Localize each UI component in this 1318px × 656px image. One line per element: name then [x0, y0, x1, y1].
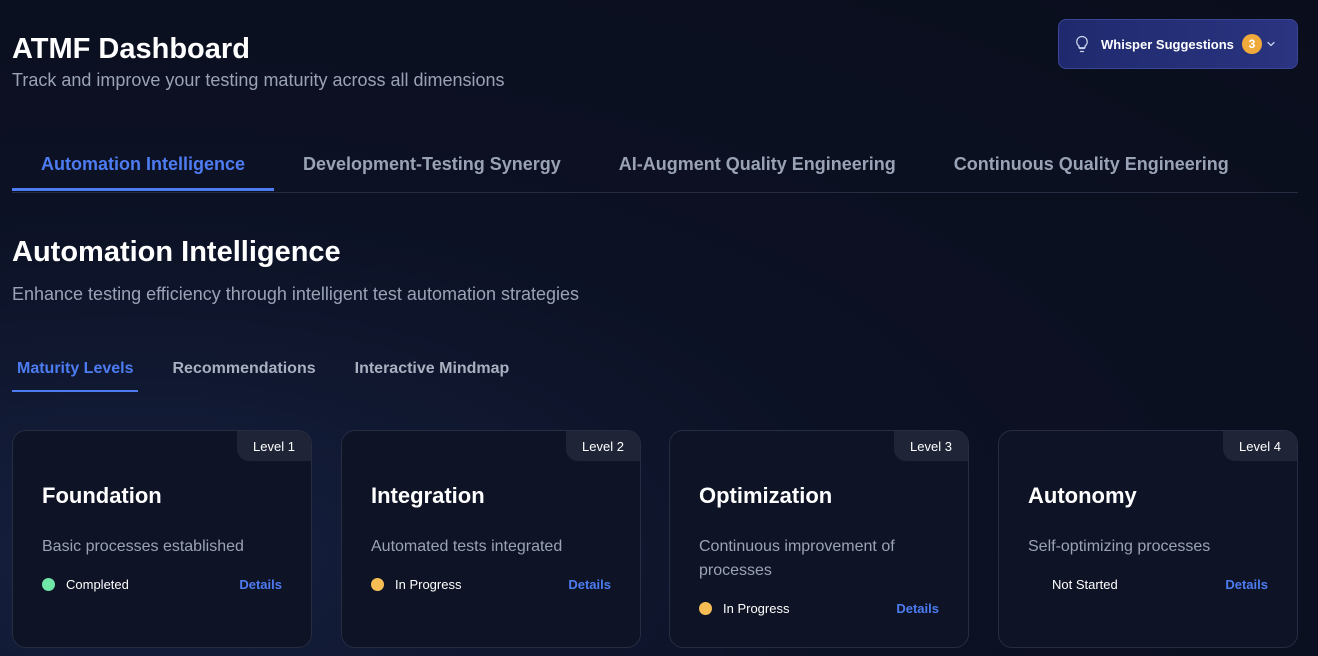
level-tag: Level 4: [1223, 431, 1297, 461]
status-label: In Progress: [723, 601, 790, 616]
maturity-card-foundation: Level 1 Foundation Basic processes estab…: [12, 430, 312, 648]
status-dot: [699, 602, 712, 615]
card-title: Integration: [371, 483, 485, 508]
page-header: ATMF Dashboard Track and improve your te…: [12, 30, 505, 91]
card-description: Basic processes established: [42, 538, 244, 555]
tab-ai-augment-quality-engineering[interactable]: AI-Augment Quality Engineering: [590, 140, 925, 191]
tab-interactive-mindmap[interactable]: Interactive Mindmap: [350, 354, 515, 392]
card-description: Self-optimizing processes: [1028, 538, 1211, 555]
view-tabs: Maturity Levels Recommendations Interact…: [12, 354, 543, 392]
details-link[interactable]: Details: [1225, 577, 1268, 592]
level-tag: Level 3: [894, 431, 968, 461]
card-description: Automated tests integrated: [371, 538, 563, 555]
whisper-suggestions-label: Whisper Suggestions: [1101, 36, 1234, 52]
status-dot: [42, 578, 55, 591]
app-title: ATMF Dashboard: [12, 33, 250, 65]
card-title: Foundation: [42, 483, 162, 508]
status-label: Completed: [66, 577, 129, 592]
section-title: Automation Intelligence: [12, 236, 341, 268]
card-title: Optimization: [699, 483, 833, 508]
details-link[interactable]: Details: [239, 577, 282, 592]
status-dot: [371, 578, 384, 591]
card-title: Autonomy: [1028, 483, 1137, 508]
tab-continuous-quality-engineering[interactable]: Continuous Quality Engineering: [925, 140, 1258, 191]
status-indicator: In Progress: [699, 601, 789, 616]
lightbulb-icon: [1073, 35, 1091, 53]
tab-maturity-levels[interactable]: Maturity Levels: [12, 354, 139, 392]
maturity-card-autonomy: Level 4 Autonomy Self-optimizing process…: [998, 430, 1298, 648]
app-subtitle: Track and improve your testing maturity …: [12, 70, 505, 90]
details-link[interactable]: Details: [896, 601, 939, 616]
tab-recommendations[interactable]: Recommendations: [167, 354, 320, 392]
section-description: Enhance testing efficiency through intel…: [12, 284, 580, 304]
status-indicator: In Progress: [371, 577, 461, 592]
card-description: Continuous improvement of processes: [699, 538, 895, 579]
level-tag: Level 2: [566, 431, 640, 461]
level-tag: Level 1: [237, 431, 311, 461]
suggestions-count-badge: 3: [1241, 34, 1262, 54]
status-label: In Progress: [395, 577, 462, 592]
status-label: Not Started: [1052, 577, 1118, 592]
dimension-tabs: Automation Intelligence Development-Test…: [12, 140, 1298, 193]
maturity-card-integration: Level 2 Integration Automated tests inte…: [341, 430, 641, 648]
details-link[interactable]: Details: [568, 577, 611, 592]
tab-development-testing-synergy[interactable]: Development-Testing Synergy: [274, 140, 590, 191]
status-dot: [1028, 578, 1041, 591]
whisper-suggestions-button[interactable]: Whisper Suggestions 3: [1058, 19, 1298, 69]
tab-automation-intelligence[interactable]: Automation Intelligence: [12, 140, 275, 191]
status-indicator: Completed: [42, 577, 129, 592]
maturity-card-optimization: Level 3 Optimization Continuous improvem…: [669, 430, 969, 648]
status-indicator: Not Started: [1028, 577, 1118, 592]
chevron-down-icon: [1265, 38, 1277, 50]
